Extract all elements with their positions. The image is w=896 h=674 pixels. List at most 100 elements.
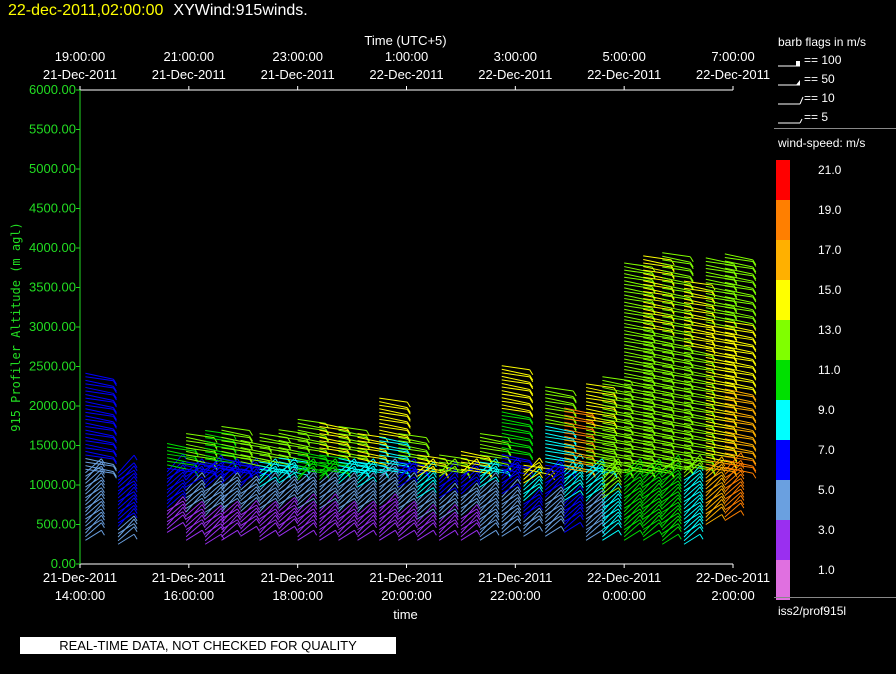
colorbar-label: 1.0	[818, 563, 835, 577]
colorbar-label: 7.0	[818, 443, 835, 457]
wind-barb-flag	[313, 530, 318, 536]
wind-barb-flag	[721, 514, 726, 520]
top-tick-label-time: 19:00:00	[55, 49, 106, 64]
wind-barb-flag	[256, 526, 260, 532]
legend-divider	[774, 597, 896, 598]
wind-barb-flag	[617, 530, 622, 536]
y-tick-label: 3500.00	[29, 280, 76, 295]
wind-barb-flag	[752, 472, 757, 479]
barb-legend-label: == 5	[804, 110, 829, 124]
wind-barb-flag	[425, 437, 430, 443]
barb-legend-title: barb flags in m/s	[778, 35, 867, 49]
colorbar-swatch	[776, 520, 790, 560]
wind-barb-flag	[394, 530, 399, 536]
colorbar-swatch	[776, 480, 790, 520]
barb-legend-label: == 50	[804, 72, 835, 86]
top-tick-label-date: 22-Dec-2011	[369, 67, 443, 82]
top-tick-label-date: 22-Dec-2011	[696, 67, 770, 82]
colorbar-label: 21.0	[818, 163, 842, 177]
y-axis-label: 915 Profiler Altitude (m agl)	[9, 222, 23, 432]
station-id: iss2/prof915l	[778, 604, 847, 618]
top-tick-label-time: 23:00:00	[272, 49, 323, 64]
wind-barb	[545, 386, 574, 392]
y-tick-label: 500.00	[36, 517, 76, 532]
wind-barb-flag	[495, 530, 500, 536]
top-tick-label-time: 7:00:00	[711, 49, 754, 64]
wind-barb-flag	[740, 510, 745, 516]
x-tick-label-date: 21-Dec-2011	[43, 570, 117, 585]
wind-barb-flag	[677, 533, 682, 540]
barb-legend-item: == 5	[774, 109, 894, 127]
colorbar-swatch	[776, 320, 790, 360]
wind-barb-flag	[406, 401, 411, 408]
top-tick-label-date: 21-Dec-2011	[43, 67, 117, 82]
wind-barb-flag	[213, 437, 218, 443]
wind-barb-flag	[579, 522, 584, 528]
wind-barb-flag	[670, 259, 675, 266]
x-tick-label-date: 21-Dec-2011	[152, 570, 226, 585]
wind-barb	[205, 429, 234, 435]
x-tick-label-date: 22-Dec-2011	[587, 570, 661, 585]
wind-barb-flag	[294, 526, 299, 532]
colorbar-label: 5.0	[818, 483, 835, 497]
qc-notice: REAL-TIME DATA, NOT CHECKED FOR QUALITY	[20, 637, 396, 654]
x-tick-label-date: 21-Dec-2011	[261, 570, 335, 585]
wind-barb	[379, 397, 408, 403]
colorbar-swatch	[776, 160, 790, 200]
wind-barb-flag	[373, 530, 377, 536]
colorbar-swatch	[776, 400, 790, 440]
y-tick-label: 6000.00	[29, 82, 76, 97]
colorbar-label: 19.0	[818, 203, 842, 217]
colorbar-label: 17.0	[818, 243, 842, 257]
x-axis-label-top: Time (UTC+5)	[364, 33, 446, 48]
y-tick-label: 2500.00	[29, 359, 76, 374]
y-tick-label: 2000.00	[29, 398, 76, 413]
wind-barb-flag	[560, 526, 565, 532]
barb-symbol-icon	[778, 96, 804, 105]
x-tick-label-time: 2:00:00	[711, 588, 754, 603]
legend-divider	[774, 128, 896, 129]
wind-barb-flag	[133, 533, 138, 540]
x-tick-label-time: 20:00:00	[381, 588, 432, 603]
wind-barb	[643, 255, 672, 261]
y-tick-label: 3000.00	[29, 319, 76, 334]
barb-symbol-icon	[778, 61, 800, 67]
y-tick-label: 5000.00	[29, 161, 76, 176]
wind-barb-flag	[249, 430, 253, 436]
top-tick-label-time: 5:00:00	[602, 49, 645, 64]
wind-barb	[186, 433, 215, 439]
barb-legend-label: == 10	[804, 91, 835, 105]
wind-barb-flag	[699, 533, 704, 540]
x-tick-label-date: 22-Dec-2011	[696, 570, 770, 585]
barb-legend-item: == 100	[774, 52, 894, 70]
barb-symbol-icon	[778, 118, 803, 124]
y-tick-label: 5500.00	[29, 122, 76, 137]
barb-symbol-icon	[778, 80, 800, 86]
wind-barb-flag	[476, 530, 481, 536]
wind-barb	[501, 365, 530, 371]
wind-barb-flag	[413, 530, 418, 536]
colorbar-swatch	[776, 240, 790, 280]
wind-barb-flag	[182, 522, 187, 528]
speed-legend-title: wind-speed: m/s	[778, 136, 866, 150]
wind-barb-flag	[639, 530, 644, 536]
wind-barb-flag	[275, 530, 280, 536]
wind-barb-flag	[658, 530, 663, 536]
colorbar-swatch	[776, 440, 790, 480]
barb-legend-item: == 10	[774, 90, 894, 108]
x-tick-label-time: 0:00:00	[602, 588, 645, 603]
colorbar-label: 11.0	[818, 363, 841, 377]
wind-barb-flag	[354, 530, 358, 536]
y-tick-label: 0.00	[51, 556, 76, 571]
wind-barb-flag	[572, 390, 577, 397]
x-tick-label-date: 21-Dec-2011	[369, 570, 443, 585]
wind-barb	[297, 418, 326, 424]
wind-barb-flag	[454, 530, 459, 536]
wind-barb-flag	[529, 369, 534, 375]
wind-barb-flag	[306, 433, 311, 439]
colorbar-label: 9.0	[818, 403, 835, 417]
wind-barb-flag	[539, 526, 543, 532]
x-tick-label-time: 16:00:00	[164, 588, 215, 603]
top-tick-label-date: 21-Dec-2011	[261, 67, 335, 82]
wind-barb-flag	[517, 526, 522, 532]
